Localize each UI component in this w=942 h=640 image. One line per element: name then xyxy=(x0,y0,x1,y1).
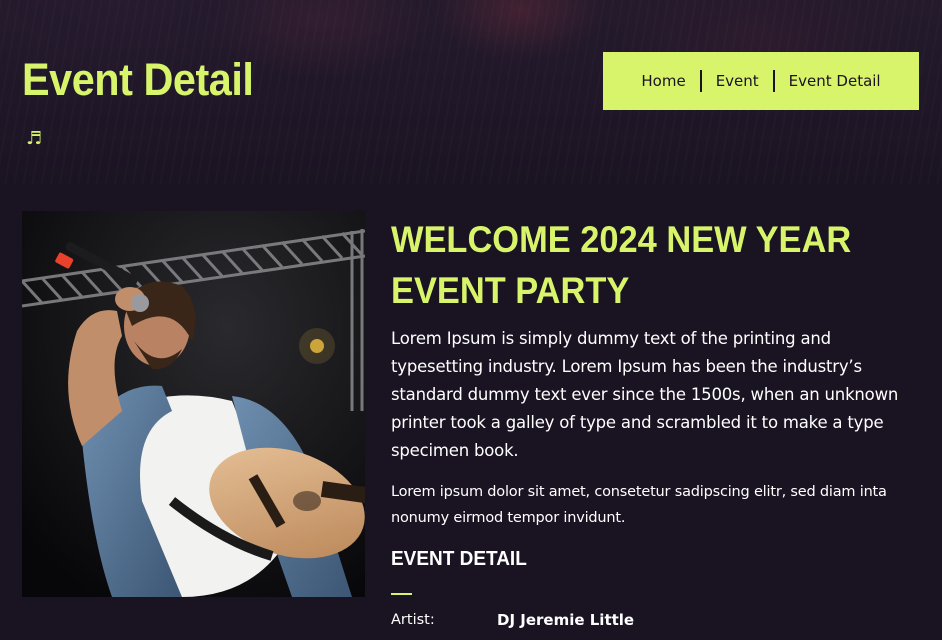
event-description: Lorem Ipsum is simply dummy text of the … xyxy=(391,329,899,460)
breadcrumb-event-link[interactable]: Event xyxy=(702,72,773,90)
breadcrumb-home-link[interactable]: Home xyxy=(627,72,699,90)
event-title-line1: WELCOME 2024 NEW YEAR xyxy=(391,219,852,260)
event-title-line2: EVENT PARTY xyxy=(391,270,630,311)
artist-value: DJ Jeremie Little xyxy=(497,611,635,629)
page-title: Event Detail xyxy=(22,54,254,105)
event-photo xyxy=(22,211,365,597)
music-note-icon: ♬ xyxy=(26,128,43,149)
event-detail-heading: EVENT DETAIL xyxy=(391,548,527,570)
event-detail-page: Event Detail ♬ Home Event Event Detail W… xyxy=(0,0,942,640)
event-title: WELCOME 2024 NEW YEAR EVENT PARTY xyxy=(391,214,875,316)
heading-underline xyxy=(391,593,412,595)
event-description-secondary: Lorem ipsum dolor sit amet, consetetur s… xyxy=(391,484,887,526)
breadcrumb-current: Event Detail xyxy=(788,72,881,90)
breadcrumb: Home Event Event Detail xyxy=(603,52,919,110)
performer-illustration xyxy=(22,211,365,597)
artist-label: Artist: xyxy=(391,612,435,628)
